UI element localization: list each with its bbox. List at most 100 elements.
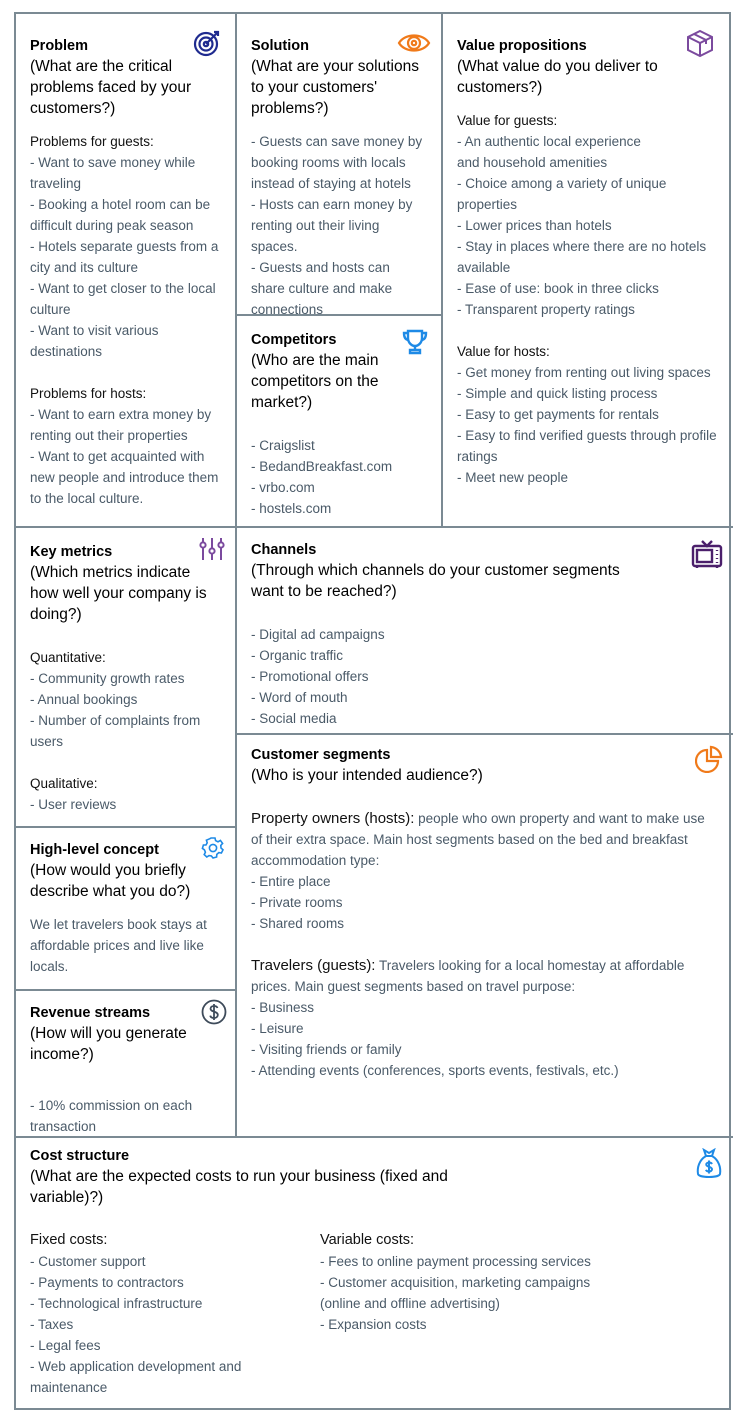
competitors-question: (Who are the main competitors on the mar… — [251, 352, 379, 411]
channels-question: (Through which channels do your customer… — [251, 562, 620, 600]
guests-segment-lead: Travelers (guests): — [251, 957, 376, 974]
list-item: - 10% commission on each transaction — [30, 1098, 193, 1134]
list-item: - Attending events (conferences, sports … — [251, 1063, 619, 1078]
list-item: - Leisure — [251, 1021, 304, 1036]
list-item: - Stay in places where there are no hote… — [457, 239, 707, 275]
qualitative-label: Qualitative: — [30, 776, 98, 791]
sliders-icon — [199, 536, 225, 562]
key-metrics-block: Key metrics (Which metrics indicate how … — [16, 528, 237, 828]
solution-block: Solution (What are your solutions to you… — [237, 14, 443, 316]
list-item: - Business — [251, 1000, 315, 1015]
list-item: - vrbo.com — [251, 480, 315, 495]
list-item: - Hosts can earn money by renting out th… — [251, 197, 413, 254]
list-item: - Shared rooms — [251, 916, 345, 931]
list-item: - Customer acquisition, marketing campai… — [320, 1275, 591, 1311]
variable-costs-label: Variable costs: — [320, 1232, 415, 1248]
cost-structure-question: (What are the expected costs to run your… — [30, 1168, 448, 1206]
list-item: - Guests and hosts can share culture and… — [251, 260, 393, 316]
fixed-costs-label: Fixed costs: — [30, 1232, 108, 1248]
channels-block: Channels (Through which channels do your… — [237, 528, 733, 735]
list-item: - Craigslist — [251, 438, 315, 453]
list-item: - Meet new people — [457, 470, 569, 485]
key-metrics-question: (Which metrics indicate how well your co… — [30, 564, 207, 623]
list-item: - Visiting friends or family — [251, 1042, 402, 1057]
list-item: - Word of mouth — [251, 690, 348, 705]
box-icon — [685, 28, 715, 58]
competitors-block: Competitors (Who are the main competitor… — [237, 316, 443, 528]
money-bag-icon — [695, 1147, 723, 1180]
list-item: - Taxes — [30, 1317, 74, 1332]
list-item: - Simple and quick listing process — [457, 386, 658, 401]
cost-structure-block: Cost structure (What are the expected co… — [16, 1138, 733, 1410]
list-item: - Entire place — [251, 874, 331, 889]
revenue-streams-block: Revenue streams (How will you generate i… — [16, 991, 237, 1138]
list-item: - Fees to online payment processing serv… — [320, 1254, 591, 1269]
hosts-segment-text: Property owners (hosts): people who own … — [251, 808, 719, 871]
list-item: - Transparent property ratings — [457, 302, 635, 317]
value-propositions-title: Value propositions — [457, 38, 587, 54]
gear-icon — [201, 836, 225, 860]
list-item: - Guests can save money by booking rooms… — [251, 134, 423, 191]
list-item: - BedandBreakfast.com — [251, 459, 393, 474]
trophy-icon — [401, 328, 429, 356]
list-item: - Lower prices than hotels — [457, 218, 612, 233]
problem-hosts-label: Problems for hosts: — [30, 386, 147, 401]
hosts-segment-lead: Property owners (hosts): — [251, 810, 415, 827]
list-item: - Annual bookings — [30, 692, 138, 707]
value-propositions-block: Value propositions (What value do you de… — [443, 14, 733, 528]
pie-chart-icon — [694, 745, 723, 774]
dollar-circle-icon — [201, 999, 227, 1025]
quantitative-label: Quantitative: — [30, 650, 106, 665]
list-item: - Promotional offers — [251, 669, 369, 684]
list-item: - hostels.com — [251, 501, 332, 516]
list-item: - Social media — [251, 711, 337, 726]
list-item: - Organic traffic — [251, 648, 344, 663]
list-item: - Hotels separate guests from a city and… — [30, 239, 219, 275]
list-item: - Digital ad campaigns — [251, 627, 385, 642]
problem-question: (What are the critical problems faced by… — [30, 58, 192, 117]
solution-question: (What are your solutions to your custome… — [251, 58, 419, 117]
high-level-concept-text: We let travelers book stays at affordabl… — [30, 917, 207, 974]
list-item: - Community growth rates — [30, 671, 185, 686]
list-item: - Want to visit various destinations — [30, 323, 159, 359]
list-item: - User reviews — [30, 797, 117, 812]
value-guests-label: Value for guests: — [457, 113, 558, 128]
list-item: - Want to get closer to the local cultur… — [30, 281, 216, 317]
list-item: - Private rooms — [251, 895, 343, 910]
customer-segments-block: Customer segments (Who is your intended … — [237, 735, 733, 1138]
high-level-concept-block: High-level concept (How would you briefl… — [16, 828, 237, 991]
list-item: - Customer support — [30, 1254, 146, 1269]
high-level-concept-title: High-level concept — [30, 842, 159, 858]
customer-segments-title: Customer segments — [251, 747, 391, 763]
list-item: - Easy to find verified guests through p… — [457, 428, 717, 464]
problem-guests-label: Problems for guests: — [30, 134, 154, 149]
value-hosts-label: Value for hosts: — [457, 344, 550, 359]
list-item: - Booking a hotel room can be difficult … — [30, 197, 211, 233]
eye-icon — [397, 28, 431, 58]
tv-icon — [691, 538, 723, 570]
customer-segments-question: (Who is your intended audience?) — [251, 767, 483, 784]
list-item: - Want to earn extra money by renting ou… — [30, 407, 212, 443]
revenue-streams-title: Revenue streams — [30, 1005, 151, 1021]
list-item: - Web application development and mainte… — [30, 1359, 242, 1395]
list-item: - Payments to contractors — [30, 1275, 184, 1290]
problem-block: Problem (What are the critical problems … — [16, 14, 237, 528]
lean-canvas: Problem (What are the critical problems … — [14, 12, 733, 1410]
list-item: - Want to get acquainted with new people… — [30, 449, 219, 506]
channels-title: Channels — [251, 542, 317, 558]
key-metrics-title: Key metrics — [30, 544, 113, 560]
list-item: - Legal fees — [30, 1338, 101, 1353]
guests-segment-text: Travelers (guests): Travelers looking fo… — [251, 955, 719, 997]
list-item: - Easy to get payments for rentals — [457, 407, 659, 422]
variable-costs: Variable costs: - Fees to online payment… — [320, 1230, 719, 1398]
list-item: - Technological infrastructure — [30, 1296, 203, 1311]
value-propositions-question: (What value do you deliver to customers?… — [457, 58, 658, 96]
list-item: - Number of complaints from users — [30, 713, 201, 749]
list-item: - An authentic local experience and hous… — [457, 134, 641, 170]
high-level-concept-question: (How would you briefly describe what you… — [30, 862, 191, 900]
cost-columns: Fixed costs: - Customer support - Paymen… — [30, 1230, 719, 1398]
list-item: - Want to save money while traveling — [30, 155, 196, 191]
revenue-streams-question: (How will you generate income?) — [30, 1025, 187, 1063]
list-item: - Choice among a variety of unique prope… — [457, 176, 667, 212]
target-icon — [193, 28, 223, 58]
